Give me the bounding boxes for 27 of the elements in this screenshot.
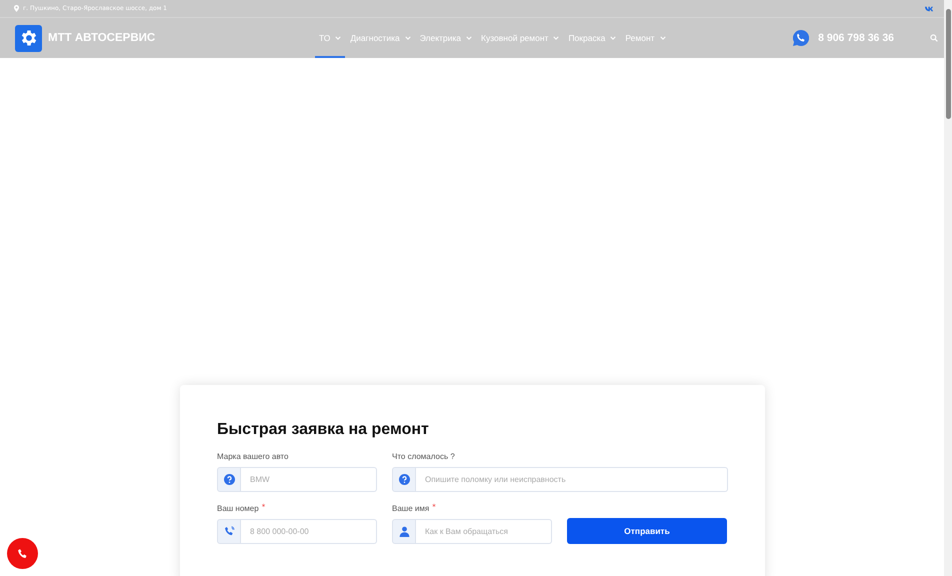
input-field[interactable]: Как к Вам обращаться [416, 519, 552, 544]
gear-icon[interactable] [15, 24, 42, 52]
phone-icon [16, 548, 28, 560]
question-icon [224, 474, 234, 485]
field-label: Марка вашего авто [217, 452, 288, 461]
question-icon [398, 474, 410, 485]
call-button[interactable] [7, 538, 38, 569]
field-label: Ваш номер [217, 504, 259, 513]
field-label: Что сломалось ? [392, 452, 455, 461]
input-field[interactable]: 8 800 000-00-00 [241, 519, 377, 544]
caret-icon [466, 36, 472, 40]
scrollbar-thumb[interactable] [946, 9, 951, 119]
caret-icon [660, 36, 666, 40]
caret-icon [610, 36, 616, 40]
submit-button[interactable]: Отправить [567, 518, 727, 544]
caret-icon [553, 36, 560, 40]
input-field[interactable]: Опишите поломку или неисправность [416, 467, 728, 492]
input-field[interactable]: BMW [241, 467, 377, 492]
field-label: Ваше имя [392, 504, 430, 513]
caret-icon [335, 36, 342, 40]
social-icon[interactable] [925, 6, 934, 12]
caret-icon [404, 36, 411, 40]
whatsapp-icon[interactable] [793, 30, 810, 46]
location-pin-icon [14, 5, 19, 12]
phone-icon [224, 526, 234, 537]
person-icon [398, 526, 410, 537]
form-title: Быстрая заявка на ремонт [217, 421, 430, 439]
